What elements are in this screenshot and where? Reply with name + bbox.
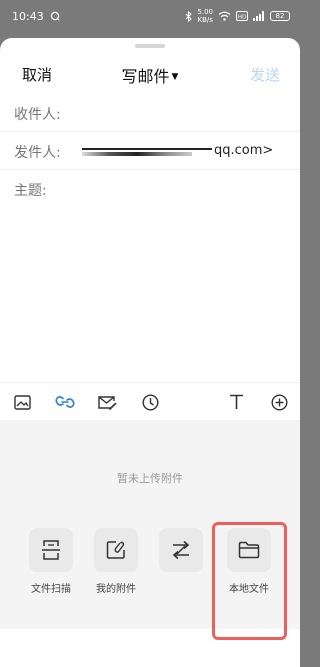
no-attachments-text: 暂未上传附件: [117, 472, 183, 485]
sheet-grabber[interactable]: [135, 44, 165, 48]
network-speed: 5.00 KB/s: [197, 8, 213, 24]
transfer-icon: [172, 540, 190, 560]
my-attachments-label: 我的附件: [96, 584, 136, 595]
subject-field[interactable]: 主题:: [0, 170, 300, 208]
signal-icon: [253, 11, 264, 21]
wifi-icon: [218, 11, 231, 21]
local-files-label: 本地文件: [229, 584, 269, 595]
scan-icon: [42, 540, 60, 560]
from-field[interactable]: 发件人: qq.com>: [0, 132, 300, 170]
to-label: 收件人:: [14, 107, 61, 123]
status-time: 10:43: [12, 9, 44, 23]
from-value: qq.com>: [82, 143, 273, 158]
svg-text:HD: HD: [238, 14, 246, 20]
subject-label: 主题:: [14, 183, 47, 199]
hd-icon: HD: [236, 11, 248, 21]
bottom-bar: [0, 621, 300, 629]
compose-title-text: 写邮件: [121, 67, 170, 86]
from-label: 发件人:: [14, 145, 61, 161]
image-icon[interactable]: [12, 392, 32, 412]
to-field[interactable]: 收件人:: [0, 94, 300, 132]
send-button[interactable]: 发送: [250, 64, 280, 85]
text-format-icon[interactable]: [226, 392, 246, 412]
clock-icon[interactable]: [140, 392, 160, 412]
my-attachments-option[interactable]: 我的附件: [86, 528, 146, 595]
link-icon[interactable]: [55, 392, 75, 412]
bluetooth-icon: [186, 10, 193, 22]
transfer-option[interactable]: [151, 528, 211, 580]
status-bar: 10:43 5.00 KB/s HD 82: [0, 0, 300, 32]
from-value-suffix: qq.com>: [214, 143, 274, 158]
compose-header: 取消 写邮件 ▼ 发送: [0, 56, 300, 92]
battery-icon: 82: [270, 11, 290, 21]
file-scan-label: 文件扫描: [31, 584, 71, 595]
compose-toolbar: [0, 382, 300, 420]
attachment-icon: [106, 541, 125, 559]
redacted-text: [82, 145, 212, 156]
local-files-option[interactable]: 本地文件: [219, 528, 279, 595]
caret-down-icon: ▼: [171, 72, 179, 82]
file-scan-option[interactable]: 文件扫描: [21, 528, 81, 595]
folder-icon: [238, 541, 260, 559]
add-icon[interactable]: [269, 392, 289, 412]
mail-edit-icon[interactable]: [97, 392, 117, 412]
attachment-panel: 暂未上传附件 文件扫描 我的附件 本地文件: [0, 420, 300, 629]
chat-notification-icon: [50, 11, 60, 21]
